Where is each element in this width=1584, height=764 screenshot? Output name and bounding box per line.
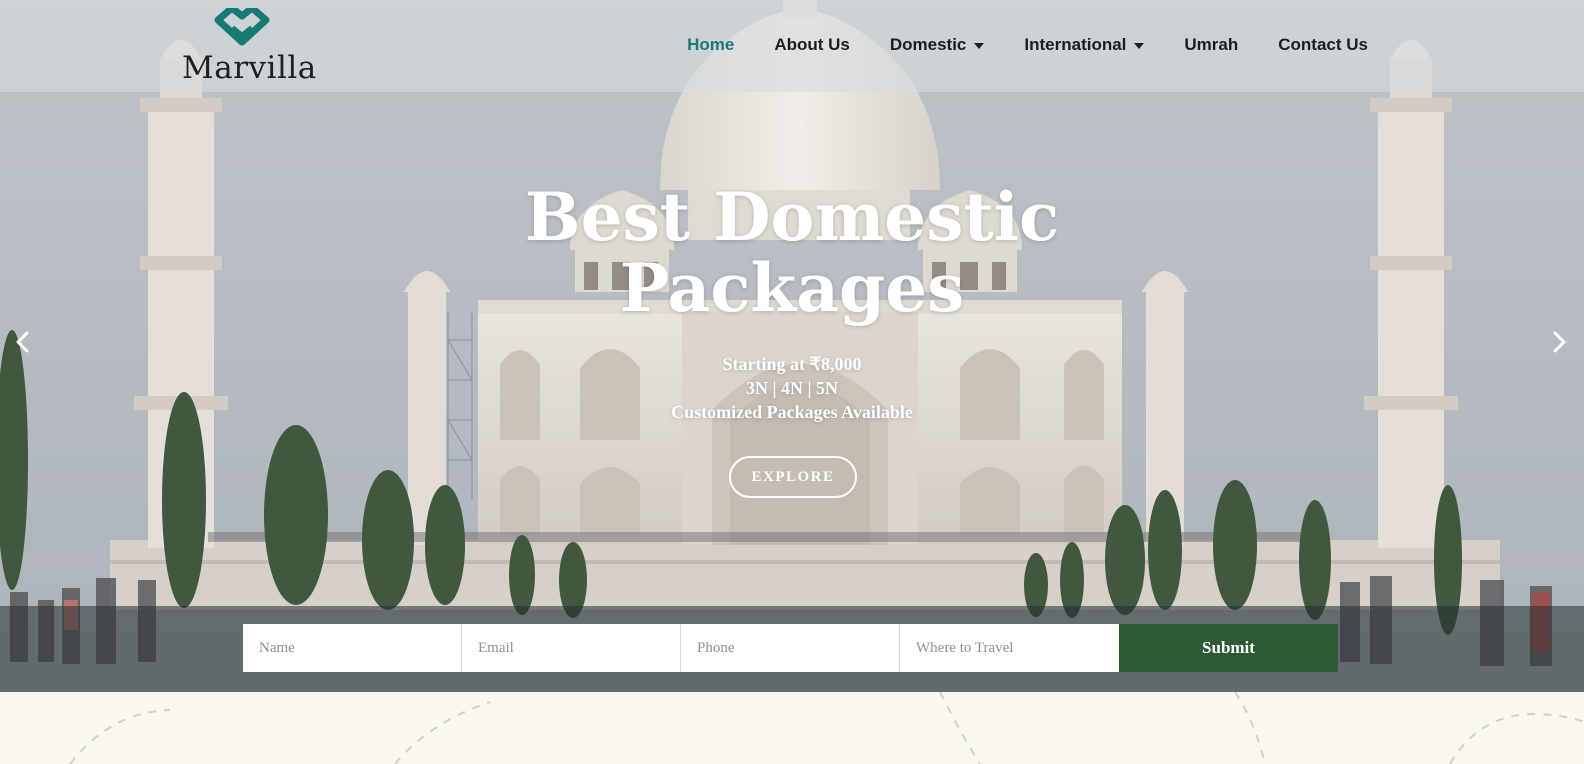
nav-umrah[interactable]: Umrah [1184, 30, 1238, 60]
explore-button[interactable]: EXPLORE [729, 456, 857, 498]
nav-home-label: Home [687, 35, 735, 54]
dashed-path-decoration [69, 691, 1584, 764]
phone-field[interactable] [681, 624, 900, 672]
destination-field[interactable] [900, 624, 1119, 672]
logo-wordmark: Marvilla [182, 50, 317, 86]
next-section [0, 691, 1584, 764]
enquiry-form: Submit [243, 624, 1338, 672]
nav-international-label: International [1024, 35, 1127, 54]
hero-price-text: Starting at ₹8,000 [722, 354, 862, 374]
site-header: Marvilla Home About Us Domestic Internat… [0, 0, 1584, 92]
nav-international[interactable]: International [1024, 30, 1145, 60]
submit-button[interactable]: Submit [1119, 624, 1338, 672]
caret-down-icon [974, 43, 985, 49]
caret-down-icon [1134, 43, 1145, 49]
nav-about-us[interactable]: About Us [774, 30, 850, 60]
hero-title: Best Domestic Packages [0, 182, 1584, 324]
hero-subtitle: Starting at ₹8,000 3N | 4N | 5N Customiz… [0, 352, 1584, 424]
nav-domestic-label: Domestic [889, 35, 967, 54]
nav-about-us-label: About Us [774, 35, 850, 54]
hero-title-line-1: Best Domestic [524, 178, 1060, 256]
chevron-left-icon[interactable] [12, 330, 34, 354]
logo[interactable]: Marvilla [182, 8, 316, 86]
hero-slider: Marvilla Home About Us Domestic Internat… [0, 0, 1584, 692]
nav-umrah-label: Umrah [1184, 35, 1239, 54]
hero-duration-text: 3N | 4N | 5N [746, 378, 838, 398]
name-field[interactable] [243, 624, 462, 672]
email-field[interactable] [462, 624, 681, 672]
enquiry-bar: Submit [0, 606, 1584, 692]
nav-contact-us[interactable]: Contact Us [1278, 30, 1368, 60]
hero-background-image [0, 0, 1584, 692]
nav-contact-us-label: Contact Us [1278, 35, 1368, 54]
nav-home[interactable]: Home [687, 30, 734, 60]
chevron-right-icon[interactable] [1548, 330, 1570, 354]
nav-domestic[interactable]: Domestic [890, 30, 985, 60]
double-chevron-heart-icon [214, 8, 270, 46]
hero-title-line-2: Packages [619, 249, 965, 327]
hero-custom-text: Customized Packages Available [671, 402, 913, 422]
main-nav: Home About Us Domestic International Umr… [687, 30, 1368, 60]
